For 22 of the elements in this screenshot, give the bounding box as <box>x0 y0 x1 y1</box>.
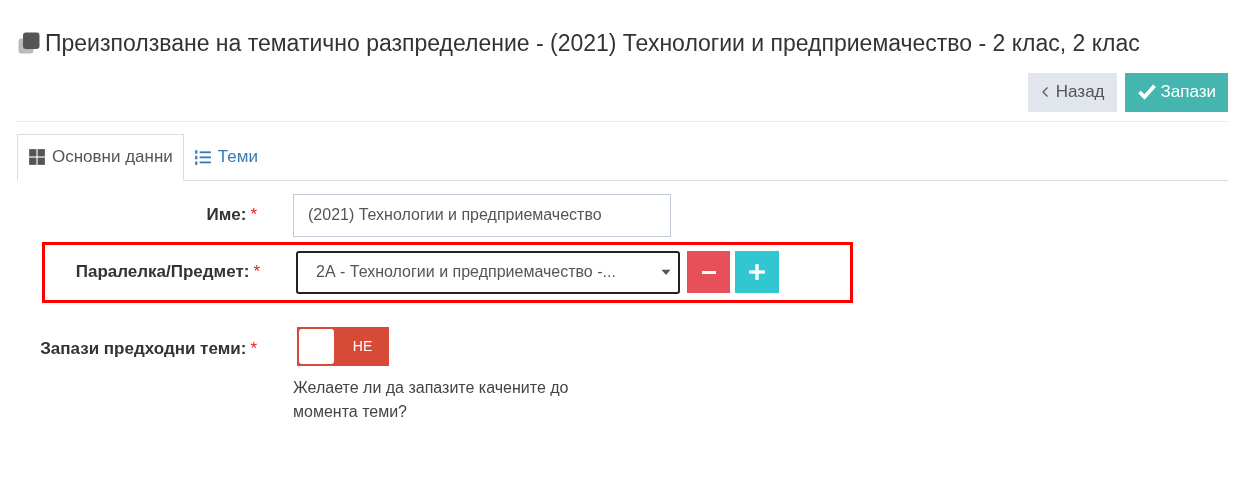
tab[interactable]: Основни данни <box>17 133 184 181</box>
remove-button[interactable] <box>687 251 730 293</box>
name-field[interactable]: (2021) Технологии и предприемачество <box>293 193 671 237</box>
back-button[interactable]: Назад <box>1027 72 1117 112</box>
field-label: Запази предходни теми: <box>40 337 247 360</box>
required-mark: * <box>253 261 260 284</box>
check-icon <box>1136 82 1157 102</box>
numbered-list-icon <box>193 147 212 166</box>
tab[interactable]: Теми <box>183 133 268 180</box>
help-text: Желаете ли да запазите качените до момента теми? <box>293 377 570 422</box>
page-title: Преизползване на тематично разпределение - (2021) Технологии и предприемачество - 2 клас, 2 клас <box>45 29 1140 58</box>
field-label: Име: <box>206 204 247 227</box>
copy-icon <box>17 31 41 56</box>
subject-select[interactable]: 2А - Технологии и предприемачество -... <box>296 250 680 294</box>
required-mark: * <box>250 337 257 360</box>
field-label: Паралелка/Предмет: <box>75 261 250 284</box>
add-button[interactable] <box>735 251 779 293</box>
toggle-switch[interactable]: НЕ <box>297 326 389 366</box>
minus-icon <box>700 270 717 274</box>
required-mark: * <box>250 204 257 227</box>
grid-icon <box>28 148 46 166</box>
plus-icon <box>748 263 766 281</box>
